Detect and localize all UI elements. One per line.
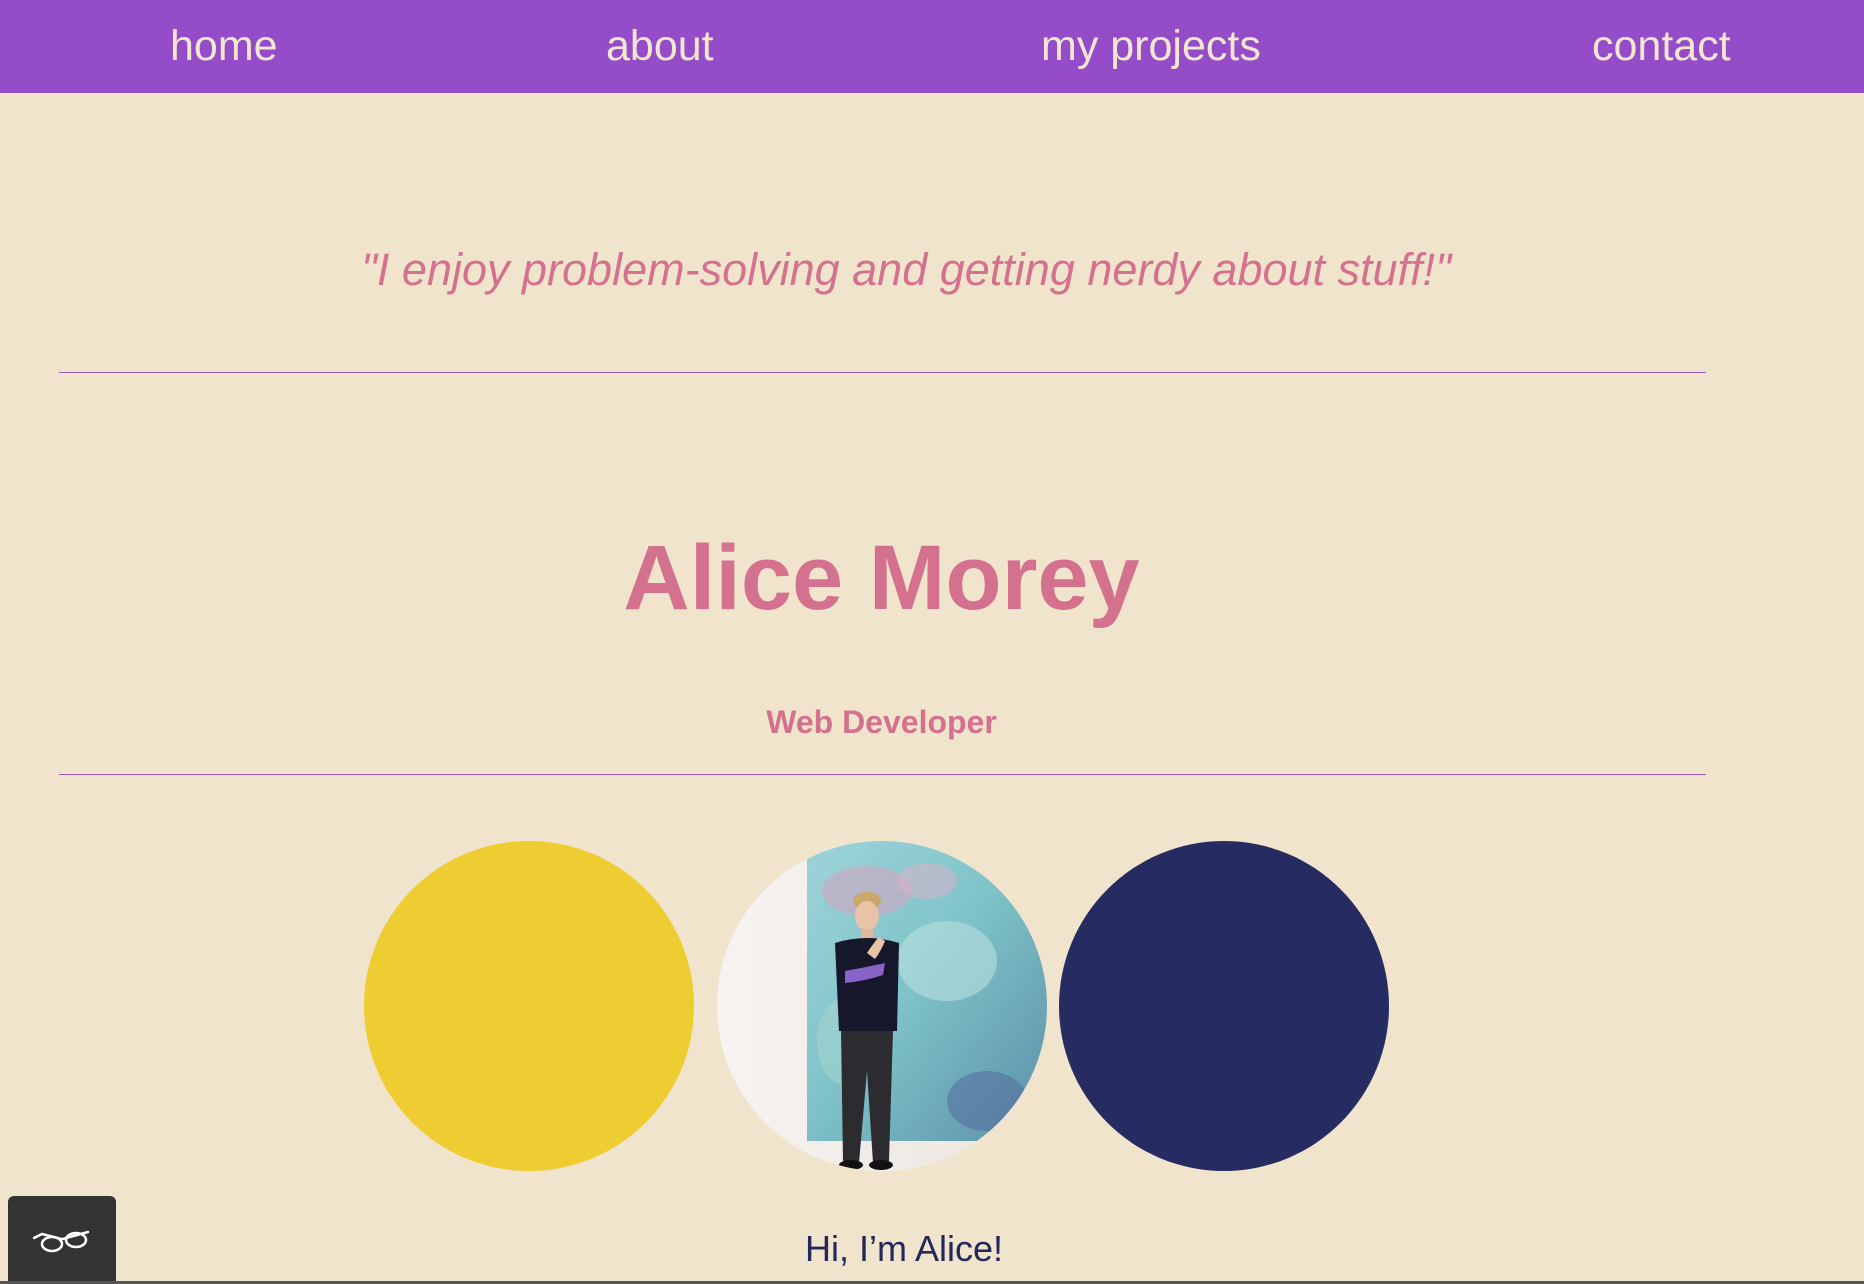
yellow-circle (364, 841, 694, 1171)
eyeglasses-icon (32, 1230, 90, 1253)
nav-link-home[interactable]: home (170, 0, 278, 93)
nav-link-about[interactable]: about (606, 0, 714, 93)
hero-quote: "I enjoy problem-solving and getting ner… (360, 244, 1452, 295)
intro-greeting: Hi, I’m Alice! (804, 1228, 1004, 1269)
divider-top (59, 372, 1706, 373)
nav-link-my-projects[interactable]: my projects (1041, 0, 1261, 93)
profile-photo-illustration (717, 841, 1047, 1171)
profile-photo (717, 841, 1047, 1171)
page-title: Alice Morey (623, 527, 1140, 629)
nav-link-contact[interactable]: contact (1592, 0, 1731, 93)
divider-bottom (59, 774, 1706, 775)
job-title: Web Developer (766, 704, 997, 740)
navy-circle (1059, 841, 1389, 1171)
reader-mode-button[interactable] (8, 1196, 116, 1284)
top-navbar: home about my projects contact (0, 0, 1864, 93)
